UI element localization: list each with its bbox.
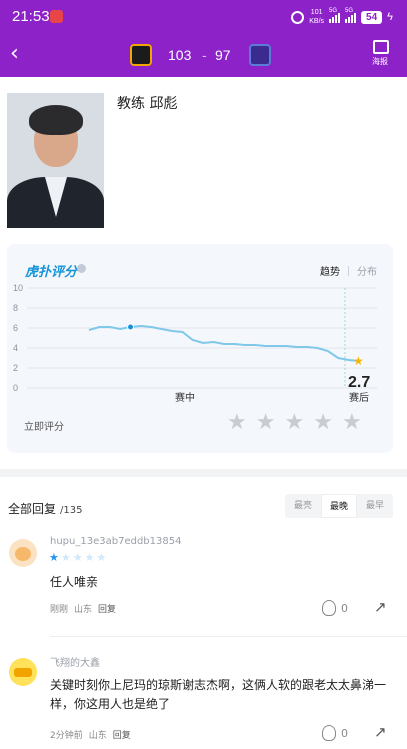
x-label-ingame: 赛中 <box>175 391 195 404</box>
comment-time: 2分钟前 <box>50 731 83 741</box>
star-icon: ★ <box>84 551 95 564</box>
y-tick-label: 2 <box>13 363 18 373</box>
net-speed-unit: KB/s <box>309 18 325 25</box>
hupu-rating-logo: 虎扑评分 <box>25 265 78 280</box>
share-icon[interactable]: ↗ <box>374 723 387 741</box>
rate-now-label: 立即评分 <box>24 422 64 433</box>
comment-item: 飞翔的大鑫 关键时刻你上尼玛的琼斯谢志杰啊，这俩人软的跟老太太鼻涕一样，你这用人… <box>0 652 407 749</box>
status-right: 101 KB/s 5G 5G 54 ϟ <box>291 8 393 26</box>
lightbulb-icon <box>322 725 336 741</box>
avatar[interactable] <box>9 539 37 567</box>
comment-item: hupu_13e3ab7eddb13854 ★ ★ ★ ★ ★ 任人唯亲 刚刚 山东 回复 … <box>0 534 407 630</box>
net-speed-value: 101 <box>310 9 323 16</box>
like-button[interactable]: 0 <box>322 600 348 616</box>
avatar[interactable] <box>9 658 37 686</box>
rating-tabs: 趋势 分布 <box>320 263 377 278</box>
trend-point <box>127 323 135 331</box>
y-tick-label: 10 <box>13 283 23 293</box>
status-time: 21:53 <box>12 8 50 25</box>
signal-icon: 5G <box>329 8 341 23</box>
nav-bar: ‹ 103 - 97 海报 <box>0 36 407 76</box>
comment-text: 任人唯亲 <box>50 575 99 589</box>
comment-meta: 2分钟前 山东 回复 <box>50 728 137 741</box>
y-tick-label: 0 <box>13 383 18 393</box>
final-score: 2.7 <box>348 374 371 391</box>
star-icon[interactable]: ★ <box>227 412 247 434</box>
like-count: 0 <box>341 726 348 740</box>
battery-icon: 54 <box>361 10 383 24</box>
sort-earliest[interactable]: 最早 <box>357 494 393 518</box>
like-button[interactable]: 0 <box>322 725 348 741</box>
sort-switch: 最亮 最晚 最早 <box>285 494 393 518</box>
poster-icon <box>373 40 389 54</box>
poster-button[interactable]: 海报 <box>369 40 393 67</box>
comment-location: 山东 <box>74 605 93 615</box>
comment-location: 山东 <box>88 731 107 741</box>
coach-photo <box>7 93 104 228</box>
share-icon[interactable]: ↗ <box>374 598 387 616</box>
star-icon: ★ <box>96 551 107 564</box>
replies-header: 全部回复/135 <box>8 500 82 517</box>
star-icon[interactable]: ★ <box>313 412 333 434</box>
replies-title: 全部回复 <box>8 502 57 516</box>
section-divider <box>0 469 407 477</box>
like-count: 0 <box>341 601 348 615</box>
coach-title: 教练 邱彪 <box>117 96 178 112</box>
back-button[interactable]: ‹ <box>10 41 19 66</box>
final-star-icon: ★ <box>353 354 364 368</box>
tab-trend[interactable]: 趋势 <box>320 263 340 278</box>
star-icon[interactable]: ★ <box>256 412 276 434</box>
star-icon: ★ <box>72 551 83 564</box>
y-tick-label: 6 <box>13 323 18 333</box>
star-icon[interactable]: ★ <box>342 412 362 434</box>
lightbulb-icon <box>322 600 336 616</box>
replies-count: /135 <box>60 505 83 516</box>
signal-label-2: 5G <box>345 8 354 14</box>
top-bar: 21:53 101 KB/s 5G 5G 54 ϟ ‹ 103 - 97 海报 <box>0 0 407 77</box>
home-team-logo[interactable] <box>130 44 152 66</box>
comment-time: 刚刚 <box>50 605 69 615</box>
poster-label: 海报 <box>372 57 388 66</box>
rating-stars: ★ ★ ★ ★ ★ <box>227 412 362 434</box>
signal-label-1: 5G <box>329 8 338 14</box>
signal-icon-2: 5G <box>345 8 357 23</box>
home-score: 103 <box>168 47 192 63</box>
tab-distribution[interactable]: 分布 <box>357 263 377 278</box>
status-bar: 21:53 101 KB/s 5G 5G 54 ϟ <box>0 0 407 34</box>
reply-button[interactable]: 回复 <box>113 731 131 741</box>
score-separator: - <box>202 47 207 63</box>
user-rating-stars: ★ ★ ★ ★ ★ <box>49 552 106 563</box>
comment-username[interactable]: hupu_13e3ab7eddb13854 <box>50 536 181 547</box>
info-icon[interactable] <box>77 264 86 273</box>
away-team-logo[interactable] <box>249 44 271 66</box>
star-icon: ★ <box>60 551 71 564</box>
net-speed: 101 KB/s <box>309 8 324 26</box>
sort-hot[interactable]: 最亮 <box>285 494 321 518</box>
star-icon: ★ <box>49 551 59 564</box>
rating-card: 0 2 4 6 8 10 ★ 赛中 赛后 虎扑评分 趋势 分布 2.7 立即评分 ★ ★ ★ ★… <box>7 244 393 453</box>
app-notification-icon <box>50 10 63 23</box>
y-tick-label: 4 <box>13 343 18 353</box>
away-score: 97 <box>215 47 231 63</box>
charging-icon: ϟ <box>387 11 393 23</box>
comment-meta: 刚刚 山东 回复 <box>50 602 122 615</box>
star-icon[interactable]: ★ <box>284 412 304 434</box>
alarm-icon <box>291 10 305 24</box>
trend-line <box>88 324 360 362</box>
y-tick-label: 8 <box>13 303 18 313</box>
x-label-postgame: 赛后 <box>349 391 369 404</box>
comment-text: 关键时刻你上尼玛的琼斯谢志杰啊，这俩人软的跟老太太鼻涕一样，你这用人也是绝了 <box>50 678 387 711</box>
reply-button[interactable]: 回复 <box>98 605 116 615</box>
comment-divider <box>50 636 407 637</box>
comment-username[interactable]: 飞翔的大鑫 <box>50 654 100 669</box>
sort-latest[interactable]: 最晚 <box>321 494 357 518</box>
